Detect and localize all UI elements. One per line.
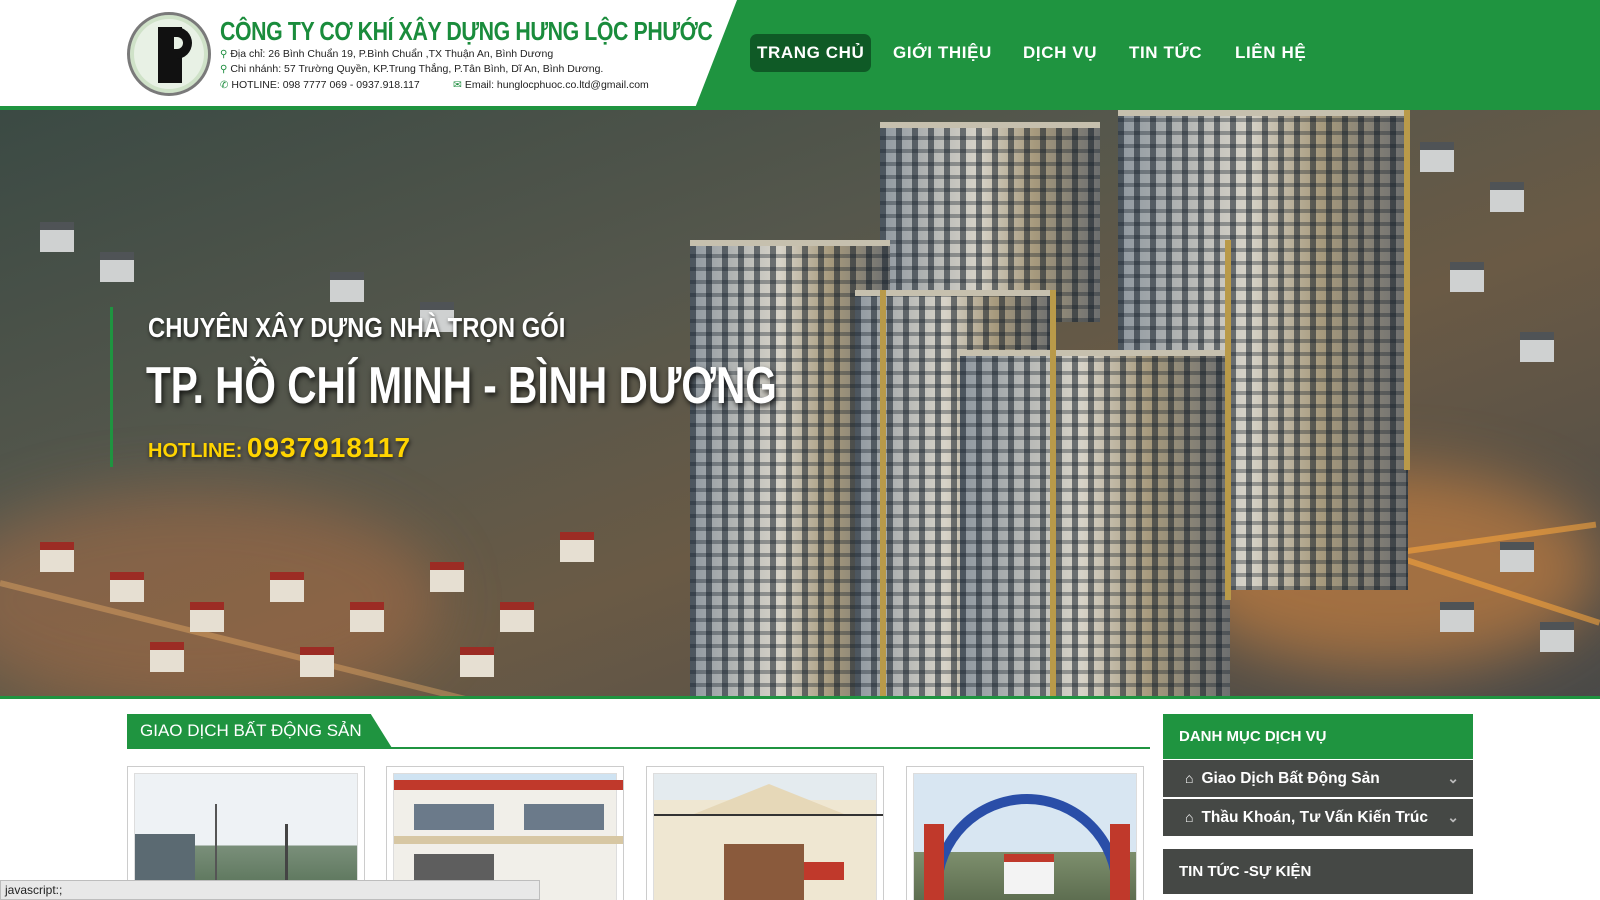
city-glow: [0, 490, 440, 696]
house: [270, 580, 304, 602]
site-header: CÔNG TY CƠ KHÍ XÂY DỰNG HƯNG LỘC PHƯỚC ⚲…: [0, 0, 1600, 110]
house: [1520, 340, 1554, 362]
sidebar-item-giao-dich-bat-dong-san[interactable]: ⌂ Giao Dịch Bất Động Sản ⌄: [1163, 760, 1473, 797]
house: [110, 580, 144, 602]
house: [560, 540, 594, 562]
email-text: Email: hunglocphuoc.co.ltd@gmail.com: [464, 79, 649, 91]
email-line: ✉ Email: hunglocphuoc.co.ltd@gmail.com: [453, 79, 649, 91]
tower-gold-trim: [1404, 110, 1410, 470]
house: [1540, 630, 1574, 652]
nav-item-dich-vu[interactable]: DỊCH VỤ: [1016, 34, 1104, 72]
house: [500, 610, 534, 632]
hero-hotline-number: 0937918117: [246, 432, 412, 463]
chevron-down-icon[interactable]: ⌄: [1447, 760, 1459, 797]
house: [350, 610, 384, 632]
apartment-tower: [960, 350, 1230, 696]
house: [1490, 190, 1524, 212]
house: [190, 610, 224, 632]
house: [1440, 610, 1474, 632]
hero-banner[interactable]: CHUYÊN XÂY DỰNG NHÀ TRỌN GÓI TP. HỒ CHÍ …: [0, 110, 1600, 696]
sidebar-news-title: TIN TỨC -SỰ KIỆN: [1163, 849, 1473, 894]
property-card[interactable]: [906, 766, 1144, 900]
map-pin-icon: ⚲: [220, 49, 228, 60]
map-pin-icon: ⚲: [220, 64, 228, 75]
address-text: Địa chỉ: 26 Bình Chuẩn 19, P.Bình Chuẩn …: [230, 48, 554, 60]
section-title[interactable]: GIAO DỊCH BẤT ĐỘNG SẢN: [127, 714, 392, 748]
house: [100, 260, 134, 282]
house: [40, 550, 74, 572]
house: [1450, 270, 1484, 292]
nav-item-lien-he[interactable]: LIÊN HỆ: [1228, 34, 1313, 72]
house: [1500, 550, 1534, 572]
chevron-down-icon[interactable]: ⌄: [1447, 799, 1459, 836]
hotline-text: HOTLINE: 098 7777 069 - 0937.918.117: [231, 79, 420, 91]
sidebar-category-title: DANH MỤC DỊCH VỤ: [1163, 714, 1473, 759]
sidebar-item-thau-khoan[interactable]: ⌂ Thầu Khoán, Tư Vấn Kiến Trúc ⌄: [1163, 799, 1473, 836]
sidebar-item-label: Giao Dịch Bất Động Sản: [1201, 770, 1380, 787]
house: [330, 280, 364, 302]
phone-icon: ✆: [220, 80, 229, 91]
hero-divider: [0, 696, 1600, 699]
property-photo: [913, 773, 1137, 900]
house: [430, 570, 464, 592]
nav-item-gioi-thieu[interactable]: GIỚI THIỆU: [886, 34, 999, 72]
hero-hotline-label: HOTLINE:: [148, 440, 243, 462]
company-name: CÔNG TY CƠ KHÍ XÂY DỰNG HƯNG LỘC PHƯỚC: [220, 16, 713, 46]
tower-gold-trim: [880, 290, 886, 696]
branch-line: ⚲ Chi nhánh: 57 Trường Quyền, KP.Trung Th…: [220, 63, 603, 75]
property-card[interactable]: [646, 766, 884, 900]
tower-gold-trim: [1050, 290, 1056, 696]
home-icon: ⌂: [1185, 770, 1194, 786]
nav-item-trang-chu[interactable]: TRANG CHỦ: [750, 34, 872, 72]
house: [150, 650, 184, 672]
company-logo[interactable]: [127, 12, 211, 96]
house: [300, 655, 334, 677]
hero-location: TP. HỒ CHÍ MINH - BÌNH DƯƠNG: [146, 357, 777, 415]
branch-text: Chi nhánh: 57 Trường Quyền, KP.Trung Thắ…: [230, 63, 604, 75]
tower-gold-trim: [1225, 240, 1231, 600]
nav-item-tin-tuc[interactable]: TIN TỨC: [1122, 34, 1209, 72]
house: [40, 230, 74, 252]
house: [460, 655, 494, 677]
browser-status-bar: javascript:;: [0, 880, 540, 900]
home-icon: ⌂: [1185, 809, 1194, 825]
house: [1420, 150, 1454, 172]
hero-hotline: HOTLINE: 0937918117: [148, 432, 411, 464]
hero-headline: CHUYÊN XÂY DỰNG NHÀ TRỌN GÓI: [148, 312, 566, 343]
sidebar-item-label: Thầu Khoán, Tư Vấn Kiến Trúc: [1201, 809, 1428, 826]
hero-accent-bar: [110, 307, 113, 467]
envelope-icon: ✉: [453, 79, 462, 91]
section-underline: [127, 747, 1150, 749]
property-photo: [653, 773, 883, 900]
address-line: ⚲ Địa chỉ: 26 Bình Chuẩn 19, P.Bình Chuẩn…: [220, 48, 553, 60]
hotline-line: ✆ HOTLINE: 098 7777 069 - 0937.918.117: [220, 79, 420, 91]
